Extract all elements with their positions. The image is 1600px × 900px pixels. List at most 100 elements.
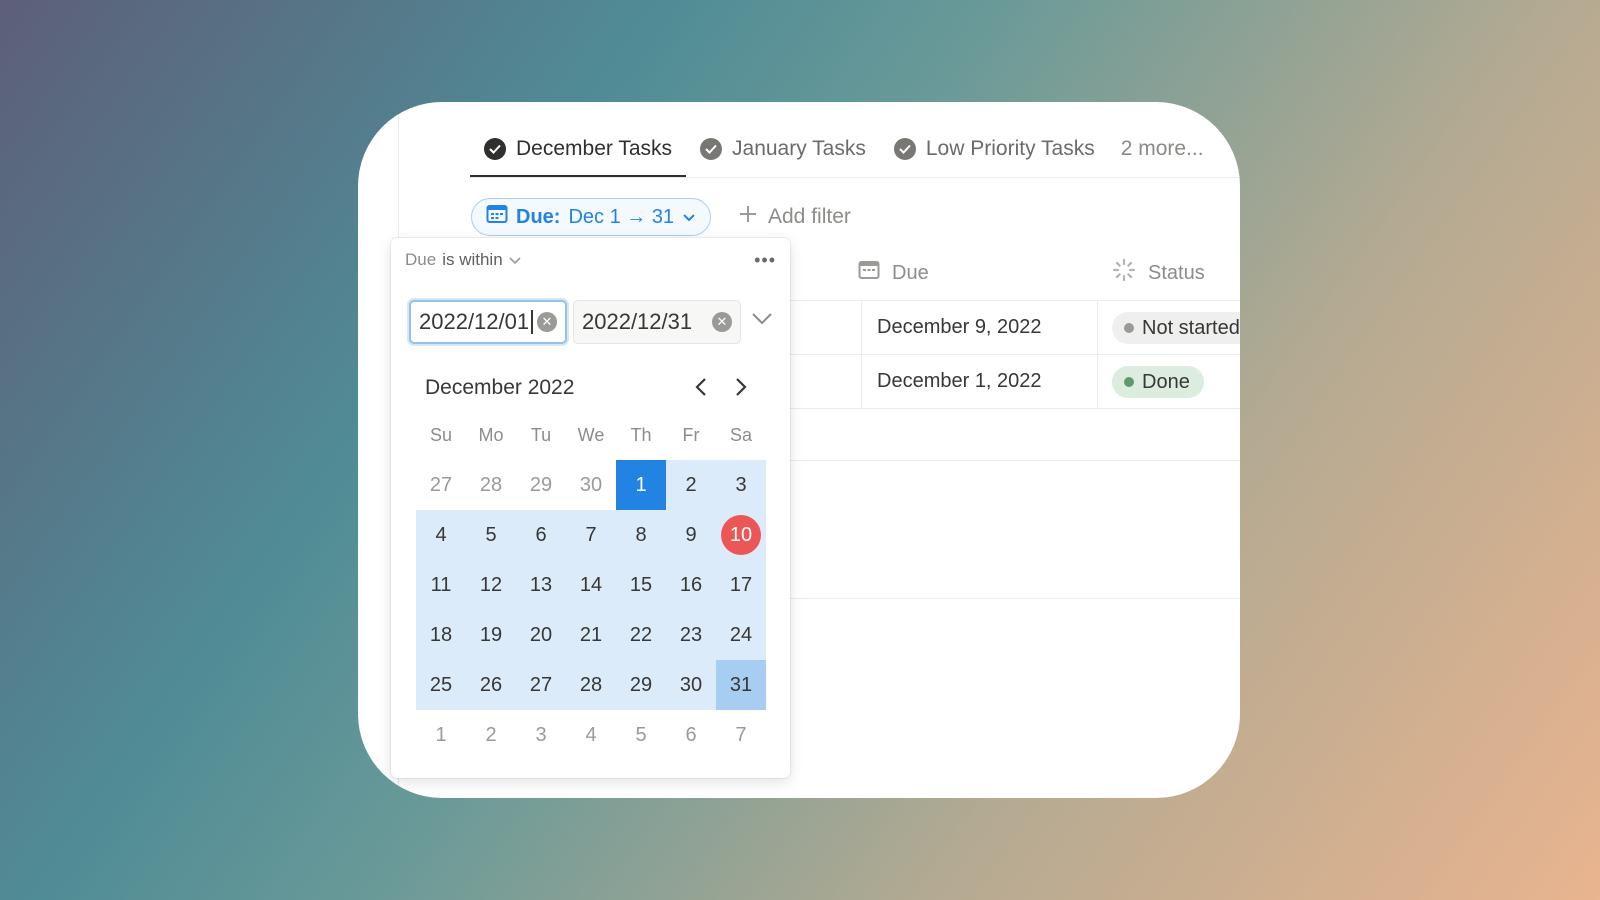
calendar-day-outside[interactable]: 6 — [666, 710, 716, 760]
chevron-down-icon — [682, 206, 696, 229]
more-tabs-button[interactable]: 2 more... — [1109, 120, 1218, 178]
column-header-label: Due — [892, 261, 929, 284]
status-label: Not started — [1142, 316, 1240, 339]
tab-december-tasks[interactable]: December Tasks — [470, 120, 687, 178]
row-divider — [783, 408, 1240, 409]
chevron-right-icon — [736, 378, 747, 396]
weekday-label: Th — [630, 424, 652, 445]
calendar-day[interactable]: 28 — [566, 660, 616, 710]
add-filter-label: Add filter — [768, 205, 851, 228]
check-circle-icon — [893, 138, 916, 160]
calendar-day[interactable]: 9 — [666, 510, 716, 560]
calendar-day-today[interactable]: 10 — [716, 510, 766, 560]
weekday-label: Sa — [729, 424, 753, 445]
calendar-day[interactable]: 8 — [616, 510, 666, 560]
check-circle-icon — [484, 138, 506, 160]
calendar-day[interactable]: 21 — [566, 610, 616, 660]
row-divider — [783, 598, 1240, 599]
calendar-day[interactable]: 14 — [566, 560, 616, 610]
text-cursor — [531, 310, 533, 334]
calendar-day[interactable]: 25 — [416, 660, 466, 710]
row-divider — [783, 354, 1240, 355]
calendar-week: 18 19 20 21 22 23 24 — [416, 610, 766, 660]
calendar-day-outside[interactable]: 29 — [516, 460, 566, 510]
chevron-down-icon[interactable] — [751, 312, 773, 331]
weekday-label: Fr — [682, 424, 700, 445]
status-label: Done — [1142, 370, 1190, 393]
calendar-day[interactable]: 1 — [616, 460, 666, 510]
column-header-status[interactable]: Status — [1112, 254, 1205, 292]
calendar-day[interactable]: 3 — [716, 460, 766, 510]
tab-label: January Tasks — [732, 137, 866, 160]
calendar-day[interactable]: 27 — [516, 660, 566, 710]
status-badge[interactable]: Not started — [1112, 312, 1240, 344]
calendar-day[interactable]: 20 — [516, 610, 566, 660]
status-badge[interactable]: Done — [1112, 366, 1204, 398]
tab-low-priority-tasks[interactable]: Low Priority Tasks — [880, 120, 1109, 178]
database-view-card: December Tasks January Tasks Low Priorit… — [358, 102, 1240, 798]
calendar-day[interactable]: 31 — [716, 660, 766, 710]
calendar-day[interactable]: 7 — [566, 510, 616, 560]
row-divider — [783, 300, 1240, 301]
clear-icon[interactable]: ✕ — [537, 312, 557, 332]
calendar-day[interactable]: 24 — [716, 610, 766, 660]
calendar-day-outside[interactable]: 3 — [516, 710, 566, 760]
chevron-left-icon — [695, 378, 706, 396]
start-date-input[interactable]: 2022/12/01 ✕ — [409, 300, 567, 344]
calendar-day[interactable]: 26 — [466, 660, 516, 710]
calendar-day-outside[interactable]: 27 — [416, 460, 466, 510]
due-cell[interactable]: December 9, 2022 — [877, 316, 1042, 339]
tab-label: December Tasks — [516, 137, 673, 160]
filter-operator: is within — [442, 250, 503, 269]
calendar-day[interactable]: 5 — [466, 510, 516, 560]
column-divider — [861, 300, 862, 408]
calendar-day[interactable]: 16 — [666, 560, 716, 610]
calendar-day-outside[interactable]: 2 — [466, 710, 516, 760]
loading-spinner-icon — [1112, 258, 1136, 288]
calendar-day[interactable]: 18 — [416, 610, 466, 660]
calendar-day[interactable]: 2 — [666, 460, 716, 510]
calendar-day[interactable]: 11 — [416, 560, 466, 610]
tab-january-tasks[interactable]: January Tasks — [686, 120, 880, 178]
column-header-due[interactable]: Due — [858, 254, 929, 292]
calendar-week: 1234567 — [416, 710, 766, 760]
due-cell[interactable]: December 1, 2022 — [877, 370, 1042, 393]
calendar-day-outside[interactable]: 30 — [566, 460, 616, 510]
calendar-day-outside[interactable]: 7 — [716, 710, 766, 760]
calendar-day[interactable]: 22 — [616, 610, 666, 660]
calendar-day[interactable]: 19 — [466, 610, 516, 660]
column-divider — [1097, 300, 1098, 408]
filter-operator-dropdown[interactable]: Due is within — [405, 250, 521, 270]
weekday-label: Su — [429, 424, 453, 445]
start-date-value: 2022/12/01 — [419, 309, 530, 334]
calendar-day-outside[interactable]: 28 — [466, 460, 516, 510]
calendar-day[interactable]: 30 — [666, 660, 716, 710]
next-month-button[interactable] — [729, 375, 753, 399]
end-date-value: 2022/12/31 — [582, 309, 693, 334]
end-date-input[interactable]: 2022/12/31 ✕ — [573, 300, 741, 344]
calendar-day[interactable]: 23 — [666, 610, 716, 660]
due-filter-pill[interactable]: Due: Dec 1 → 31 — [471, 198, 712, 236]
calendar-day-outside[interactable]: 4 — [566, 710, 616, 760]
calendar-day-outside[interactable]: 5 — [616, 710, 666, 760]
add-filter-button[interactable]: Add filter — [738, 198, 851, 236]
date-filter-popup: Due is within ••• 2022/12/01 ✕ 2022/12/3… — [391, 238, 790, 778]
calendar-day[interactable]: 6 — [516, 510, 566, 560]
calendar-day-outside[interactable]: 1 — [416, 710, 466, 760]
calendar-day[interactable]: 4 — [416, 510, 466, 560]
status-dot — [1124, 323, 1134, 333]
tab-label: Low Priority Tasks — [925, 137, 1095, 160]
calendar-day[interactable]: 15 — [616, 560, 666, 610]
previous-month-button[interactable] — [689, 375, 713, 399]
weekday-label: We — [577, 424, 605, 445]
calendar-icon — [858, 260, 880, 286]
more-options-icon[interactable]: ••• — [754, 250, 776, 271]
clear-icon[interactable]: ✕ — [712, 312, 732, 332]
calendar-week: 25 26 27 28 29 30 31 — [416, 660, 766, 710]
calendar-day[interactable]: 12 — [466, 560, 516, 610]
calendar-week: 27 28 29 30 1 2 3 — [416, 460, 766, 510]
plus-icon — [738, 204, 758, 230]
calendar-day[interactable]: 13 — [516, 560, 566, 610]
calendar-day[interactable]: 17 — [716, 560, 766, 610]
calendar-day[interactable]: 29 — [616, 660, 666, 710]
